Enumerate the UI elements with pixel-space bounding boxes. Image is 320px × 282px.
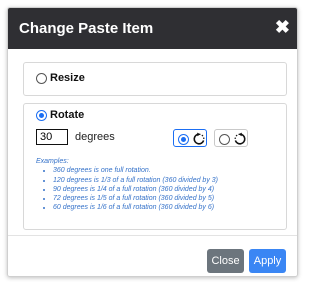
apply-button[interactable]: Apply: [249, 249, 286, 273]
rotation-examples: Examples: 360 degrees is one full rotati…: [36, 157, 218, 213]
clockwise-radio[interactable]: [178, 134, 189, 145]
counterclockwise-radio[interactable]: [219, 134, 230, 145]
example-item: 72 degrees is 1/5 of a full rotation (36…: [53, 194, 218, 203]
rotate-counterclockwise-icon: [234, 132, 246, 145]
example-item: 90 degrees is 1/4 of a full rotation (36…: [53, 185, 218, 194]
rotate-clockwise-icon: [193, 132, 205, 145]
rotate-panel: Rotate degrees Examp: [23, 103, 287, 230]
resize-label[interactable]: Resize: [50, 72, 85, 84]
change-paste-item-dialog: Change Paste Item ✖ Resize Rotate degree…: [7, 7, 298, 277]
rotate-radio[interactable]: [36, 110, 47, 121]
close-button[interactable]: Close: [207, 249, 244, 273]
example-item: 60 degrees is 1/6 of a full rotation (36…: [53, 203, 218, 212]
example-item: 120 degrees is 1/3 of a full rotation (3…: [53, 176, 218, 185]
rotate-counterclockwise-option[interactable]: [214, 129, 248, 147]
dialog-body: Resize Rotate degrees: [8, 49, 297, 235]
example-item: 360 degrees is one full rotation.: [53, 166, 218, 175]
degrees-input[interactable]: [36, 129, 68, 145]
resize-radio[interactable]: [36, 73, 47, 84]
dialog-footer: Close Apply: [8, 235, 297, 276]
close-icon[interactable]: ✖: [275, 17, 290, 37]
dialog-header: Change Paste Item ✖: [8, 8, 297, 49]
resize-panel: Resize: [23, 62, 287, 96]
dialog-title: Change Paste Item: [19, 20, 154, 37]
examples-title: Examples:: [36, 158, 69, 165]
rotate-clockwise-option[interactable]: [173, 129, 207, 147]
examples-list: 360 degrees is one full rotation. 120 de…: [36, 166, 218, 212]
rotate-label[interactable]: Rotate: [50, 109, 84, 121]
degrees-label: degrees: [75, 131, 115, 143]
